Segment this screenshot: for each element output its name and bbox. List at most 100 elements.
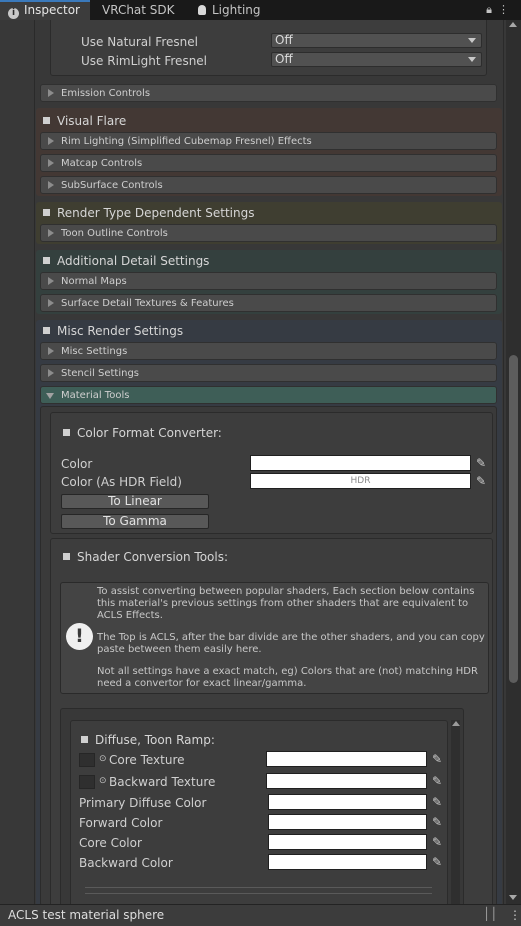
foldout-label: Stencil Settings [61, 368, 140, 379]
scroll-up-icon[interactable] [452, 721, 460, 726]
shader-conversion-title: Shader Conversion Tools: [77, 550, 229, 564]
section-divider [85, 887, 432, 888]
expand-arrow-icon [48, 229, 54, 237]
preview-footer: ACLS test material sphere ││ ⋮ [0, 904, 521, 926]
eyedropper-icon[interactable]: ✎ [429, 854, 445, 870]
foldout-misc-settings[interactable]: Misc Settings [40, 342, 497, 360]
section-divider [85, 893, 432, 894]
section-additional-detail-header[interactable]: Additional Detail Settings [43, 254, 209, 268]
hdr-color-swatch-field[interactable]: HDR [250, 473, 471, 489]
foldout-emission-controls[interactable]: Emission Controls [40, 84, 497, 102]
color-label: Color [61, 457, 93, 471]
foldout-matcap-controls[interactable]: Matcap Controls [40, 154, 497, 172]
primary-diffuse-color-field[interactable] [268, 794, 427, 810]
foldout-surface-detail[interactable]: Surface Detail Textures & Features [40, 294, 497, 312]
backward-texture-color-field[interactable] [266, 773, 427, 789]
section-title: Additional Detail Settings [57, 254, 210, 268]
use-rimlight-fresnel-label: Use RimLight Fresnel [81, 54, 208, 68]
foldout-toon-outline-controls[interactable]: Toon Outline Controls [40, 224, 497, 242]
inspector-scrollbar[interactable] [506, 20, 521, 904]
expand-arrow-icon [48, 277, 54, 285]
expand-arrow-icon [48, 299, 54, 307]
foldout-rim-lighting[interactable]: Rim Lighting (Simplified Cubemap Fresnel… [40, 132, 497, 150]
core-color-field[interactable] [268, 834, 427, 850]
tab-vrchat-sdk[interactable]: VRChat SDK [94, 0, 183, 20]
section-title: Visual Flare [57, 114, 127, 128]
use-rimlight-fresnel-dropdown[interactable]: Off [271, 52, 482, 67]
expand-arrow-icon [48, 159, 54, 167]
collapse-arrow-icon [46, 393, 54, 399]
foldout-label: Rim Lighting (Simplified Cubemap Fresnel… [61, 136, 312, 147]
info-icon: i [8, 8, 19, 19]
backward-color-field[interactable] [268, 854, 427, 870]
kebab-menu-icon[interactable]: ⋮ [509, 908, 521, 922]
resize-grip-icon[interactable]: ││ [483, 907, 497, 921]
eyedropper-icon[interactable]: ✎ [429, 814, 445, 830]
core-texture-color-field[interactable] [266, 751, 427, 767]
foldout-label: Matcap Controls [61, 158, 143, 169]
expand-arrow-icon [48, 137, 54, 145]
use-natural-fresnel-value: Off [275, 33, 293, 47]
tab-lighting[interactable]: Lighting [190, 0, 269, 20]
object-picker-icon[interactable]: ⊙ [99, 776, 107, 786]
foldout-material-tools[interactable]: Material Tools [40, 386, 497, 404]
foldout-label: Material Tools [61, 390, 130, 401]
bulb-icon [198, 5, 206, 15]
scroll-down-icon[interactable] [509, 895, 517, 900]
scroll-up-icon[interactable] [509, 22, 517, 27]
foldout-stencil-settings[interactable]: Stencil Settings [40, 364, 497, 382]
foldout-label: Misc Settings [61, 346, 128, 357]
kebab-menu-icon[interactable]: ⋮ [498, 3, 515, 16]
foldout-subsurface-controls[interactable]: SubSurface Controls [40, 176, 497, 194]
hdr-color-label: Color (As HDR Field) [61, 475, 182, 489]
foldout-label: Toon Outline Controls [61, 228, 168, 239]
foldout-normal-maps[interactable]: Normal Maps [40, 272, 497, 290]
shader-conversion-header: Shader Conversion Tools: [63, 550, 228, 564]
inspector-content: Use Natural Fresnel Off Use RimLight Fre… [0, 20, 521, 904]
eyedropper-icon[interactable]: ✎ [473, 473, 489, 489]
toggle-square-icon [43, 117, 50, 124]
use-rimlight-fresnel-value: Off [275, 52, 293, 66]
toggle-square-icon [43, 257, 50, 264]
color-converter-header: Color Format Converter: [63, 426, 222, 440]
section-render-type-header[interactable]: Render Type Dependent Settings [43, 206, 254, 220]
scroll-thumb[interactable] [509, 355, 518, 683]
eyedropper-icon[interactable]: ✎ [473, 455, 489, 471]
diffuse-title: Diffuse, Toon Ramp: [95, 733, 215, 747]
toggle-square-icon [43, 327, 50, 334]
object-picker-icon[interactable]: ⊙ [99, 754, 107, 764]
use-natural-fresnel-dropdown[interactable]: Off [271, 33, 482, 48]
to-linear-button[interactable]: To Linear [61, 494, 209, 509]
use-natural-fresnel-label: Use Natural Fresnel [81, 35, 198, 49]
core-texture-slot[interactable] [79, 753, 95, 767]
diffuse-panel [70, 720, 448, 904]
shader-conversion-helpbox: ! To assist converting between popular s… [60, 582, 489, 694]
expand-arrow-icon [48, 369, 54, 377]
diffuse-header: Diffuse, Toon Ramp: [81, 733, 215, 747]
help-paragraph-3: Not all settings have a exact match, eg)… [97, 666, 478, 689]
foldout-label: Surface Detail Textures & Features [61, 298, 234, 309]
core-texture-label: Core Texture [109, 753, 185, 767]
primary-diffuse-color-label: Primary Diffuse Color [79, 796, 207, 810]
section-misc-render-header[interactable]: Misc Render Settings [43, 324, 183, 338]
help-paragraph-1: To assist converting between popular sha… [97, 586, 475, 621]
color-swatch-field[interactable] [250, 455, 471, 471]
backward-texture-slot[interactable] [79, 775, 95, 789]
core-color-label: Core Color [79, 836, 142, 850]
eyedropper-icon[interactable]: ✎ [429, 834, 445, 850]
eyedropper-icon[interactable]: ✎ [429, 773, 445, 789]
backward-color-label: Backward Color [79, 856, 173, 870]
forward-color-field[interactable] [268, 814, 427, 830]
to-gamma-button[interactable]: To Gamma [61, 514, 209, 529]
eyedropper-icon[interactable]: ✎ [429, 751, 445, 767]
inner-scrollbar[interactable] [451, 720, 460, 904]
tab-bar: i Inspector VRChat SDK Lighting 🔒︎⋮ [0, 0, 521, 20]
lock-icon[interactable]: 🔒︎ [486, 3, 498, 16]
section-visual-flare-header[interactable]: Visual Flare [43, 114, 126, 128]
tab-inspector[interactable]: i Inspector [0, 0, 90, 20]
foldout-label: Normal Maps [61, 276, 127, 287]
section-title: Render Type Dependent Settings [57, 206, 255, 220]
eyedropper-icon[interactable]: ✎ [429, 794, 445, 810]
foldout-label: Emission Controls [61, 88, 151, 99]
chevron-down-icon [468, 38, 476, 43]
